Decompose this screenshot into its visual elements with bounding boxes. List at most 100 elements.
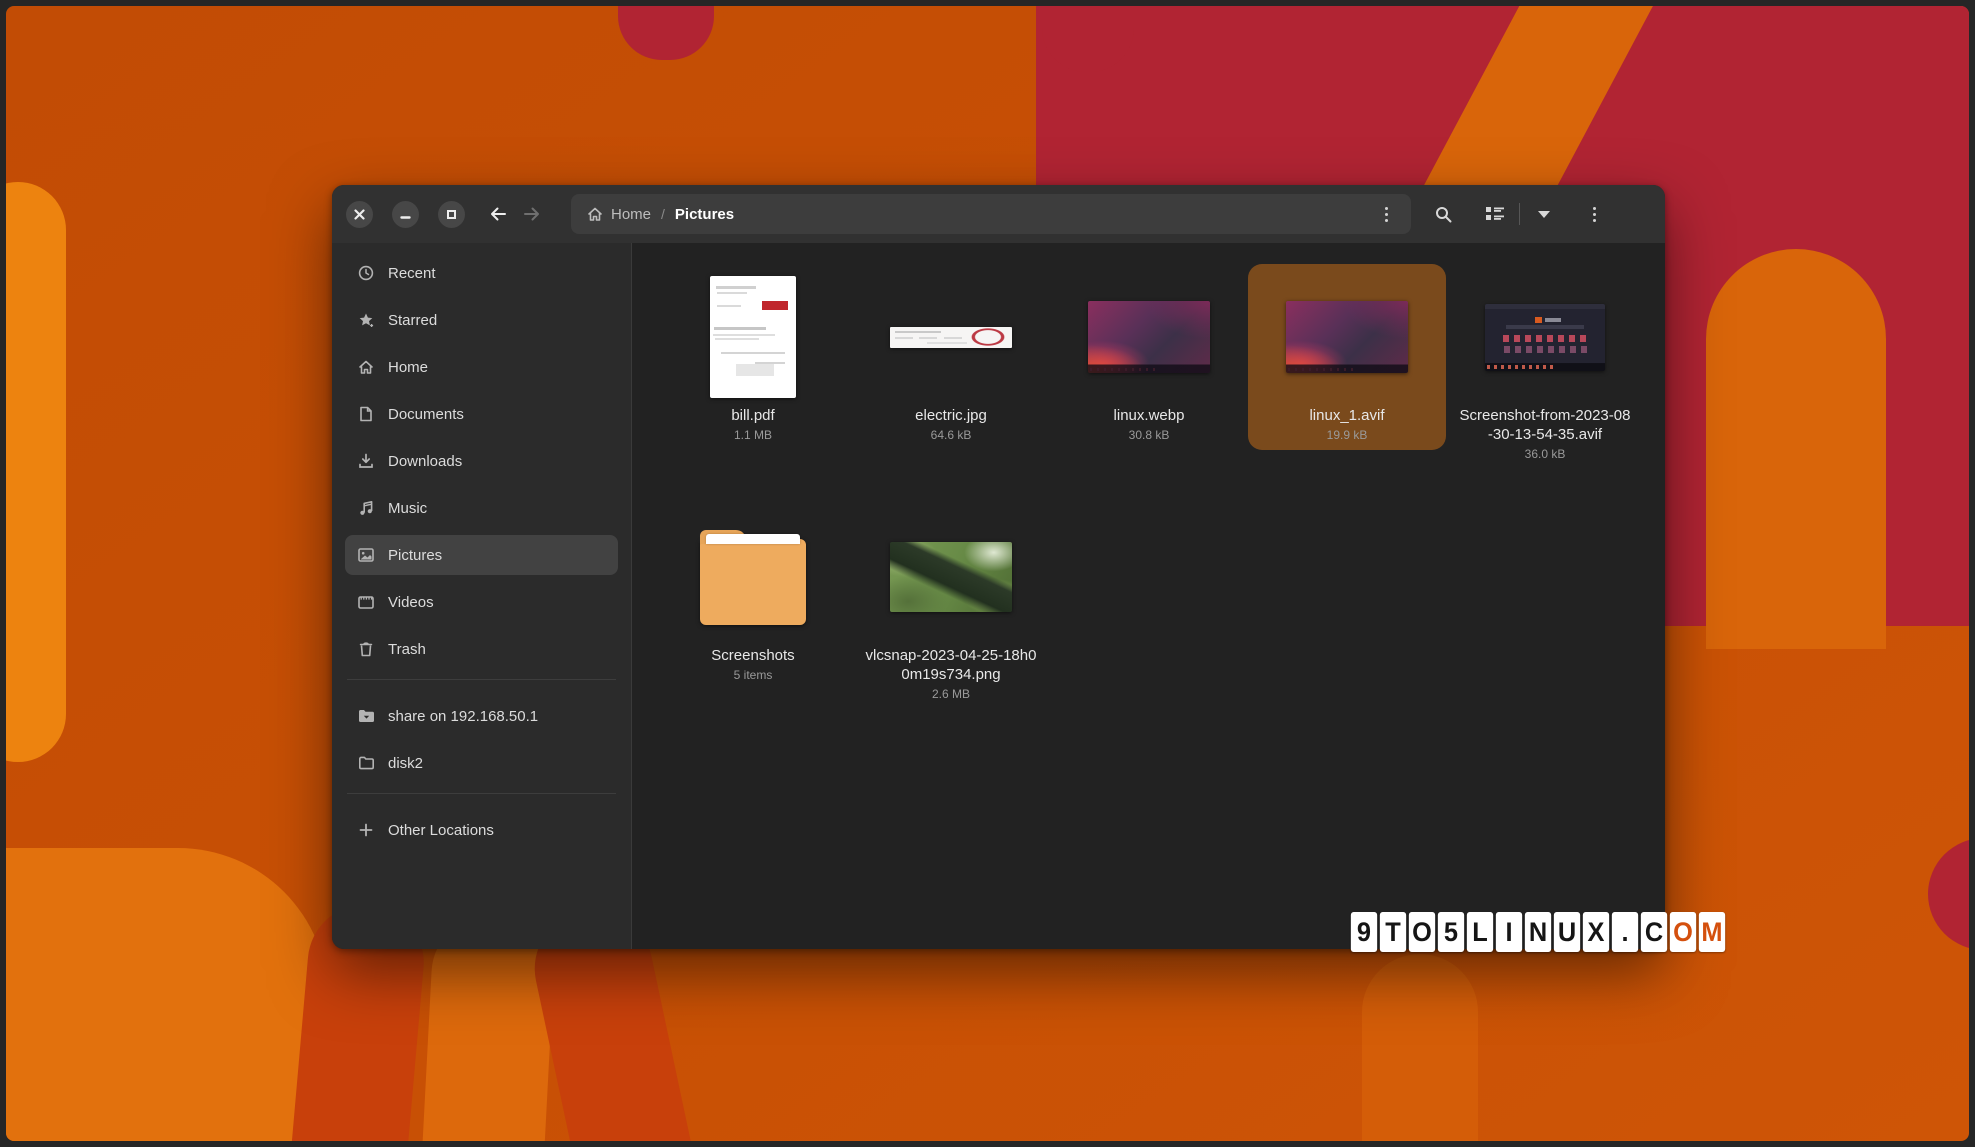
folder-item-count: 5 items (733, 667, 773, 682)
sidebar-label: Starred (388, 311, 438, 329)
file-size: 64.6 kB (930, 427, 972, 442)
file-item-linux-webp[interactable]: linux.webp 30.8 kB (1050, 264, 1248, 450)
folder-icon (357, 756, 375, 770)
sidebar-label: Videos (388, 593, 434, 611)
sidebar-item-music[interactable]: Music (345, 488, 618, 528)
trash-icon (357, 641, 375, 657)
breadcrumb-separator: / (661, 206, 665, 222)
sidebar: Recent Starred Home Documents Downloads … (332, 243, 632, 949)
photo-icon (357, 548, 375, 562)
minimize-button[interactable] (392, 200, 419, 228)
path-menu-button[interactable] (1371, 199, 1401, 229)
maximize-icon (447, 209, 456, 219)
view-options-group (1477, 196, 1562, 232)
sidebar-item-videos[interactable]: Videos (345, 582, 618, 622)
file-item-electric-jpg[interactable]: electric.jpg 64.6 kB (852, 264, 1050, 450)
sidebar-item-recent[interactable]: Recent (345, 253, 618, 293)
breadcrumb-current[interactable]: Pictures (675, 206, 734, 223)
files-window: Home / Pictures Recent Starred Home Docu… (332, 185, 1665, 949)
watermark-letter: U (1553, 912, 1581, 952)
wallpaper-drip (618, 6, 714, 60)
watermark-letter: N (1524, 912, 1552, 952)
watermark-letter: L (1466, 912, 1494, 952)
file-size: 1.1 MB (733, 427, 772, 442)
sidebar-label: Recent (388, 264, 436, 282)
file-grid: bill.pdf 1.1 MB electric.jpg 64.6 kB lin… (654, 264, 1644, 744)
download-icon (357, 453, 375, 469)
network-folder-icon (357, 709, 375, 723)
sidebar-label: Pictures (388, 546, 443, 564)
house-icon (357, 360, 375, 375)
file-name: vlcsnap-2023-04-25-18h00m19s734.png (865, 647, 1037, 683)
sidebar-label: Downloads (388, 452, 463, 470)
wallpaper-bottom-left-blob (6, 848, 328, 1141)
document-icon (357, 406, 375, 422)
image-thumbnail (1485, 303, 1605, 371)
image-thumbnail (890, 326, 1012, 348)
sidebar-item-downloads[interactable]: Downloads (345, 441, 618, 481)
sidebar-item-network-share[interactable]: share on 192.168.50.1 (345, 696, 618, 736)
search-button[interactable] (1425, 196, 1461, 232)
file-item-linux-1-avif-selected[interactable]: linux_1.avif 19.9 kB (1248, 264, 1446, 450)
screenshot-frame: Home / Pictures Recent Starred Home Docu… (0, 0, 1975, 1147)
file-view: bill.pdf 1.1 MB electric.jpg 64.6 kB lin… (632, 243, 1665, 949)
file-size: 30.8 kB (1128, 427, 1170, 442)
folder-icon-large (700, 530, 806, 625)
maximize-button[interactable] (438, 200, 465, 228)
path-bar[interactable]: Home / Pictures (571, 194, 1411, 234)
sidebar-item-other-locations[interactable]: Other Locations (345, 810, 618, 850)
music-note-icon (357, 500, 375, 516)
sidebar-item-starred[interactable]: Starred (345, 300, 618, 340)
film-icon (357, 595, 375, 609)
view-dropdown-button[interactable] (1526, 196, 1562, 232)
window-menu-button[interactable] (1576, 196, 1612, 232)
file-name: linux.webp (1113, 407, 1185, 424)
folder-name: Screenshots (711, 647, 795, 664)
view-toggle-button[interactable] (1477, 196, 1513, 232)
headerbar: Home / Pictures (332, 185, 1665, 243)
sidebar-item-trash[interactable]: Trash (345, 629, 618, 669)
menu-kebab-icon (1579, 199, 1609, 229)
sidebar-label: disk2 (388, 754, 424, 772)
folder-item-screenshots[interactable]: Screenshots 5 items (654, 504, 852, 690)
close-button[interactable] (346, 200, 373, 228)
forward-button[interactable] (515, 197, 549, 231)
file-name: electric.jpg (915, 407, 987, 424)
sidebar-label: share on 192.168.50.1 (388, 707, 539, 725)
watermark-letter: M (1698, 912, 1726, 952)
sidebar-label: Music (388, 499, 428, 517)
sidebar-item-home[interactable]: Home (345, 347, 618, 387)
sidebar-item-documents[interactable]: Documents (345, 394, 618, 434)
sidebar-label: Trash (388, 640, 426, 658)
grid-list-view-icon (1486, 207, 1504, 220)
toolbar-divider (1519, 203, 1520, 225)
file-item-vlcsnap-png[interactable]: vlcsnap-2023-04-25-18h00m19s734.png 2.6 … (852, 504, 1050, 709)
sidebar-label: Home (388, 358, 429, 376)
file-item-screenshot-avif[interactable]: Screenshot-from-2023-08-30-13-54-35.avif… (1446, 264, 1644, 469)
watermark-letter: . (1611, 912, 1639, 952)
back-button[interactable] (481, 197, 515, 231)
home-icon (588, 207, 602, 221)
clock-icon (357, 265, 375, 281)
file-item-bill-pdf[interactable]: bill.pdf 1.1 MB (654, 264, 852, 450)
breadcrumb-home[interactable]: Home (587, 206, 651, 223)
file-name: Screenshot-from-2023-08-30-13-54-35.avif (1459, 407, 1631, 443)
search-icon (1435, 206, 1451, 222)
sidebar-item-disk2[interactable]: disk2 (345, 743, 618, 783)
wallpaper-crimson-dot (1928, 838, 1969, 950)
watermark-letter: O (1408, 912, 1436, 952)
wallpaper-light-band (6, 182, 66, 762)
sidebar-label: Other Locations (388, 821, 494, 839)
pdf-thumbnail (710, 276, 796, 398)
plus-icon (357, 823, 375, 837)
file-name: linux_1.avif (1309, 407, 1385, 424)
wallpaper-finger (1362, 954, 1478, 1141)
watermark-letter: 9 (1350, 912, 1378, 952)
back-arrow-icon (491, 207, 506, 221)
image-thumbnail (890, 542, 1012, 612)
forward-arrow-icon (524, 207, 539, 221)
sidebar-item-pictures[interactable]: Pictures (345, 535, 618, 575)
star-icon (357, 312, 375, 328)
file-size: 19.9 kB (1326, 427, 1368, 442)
close-icon (354, 208, 365, 220)
